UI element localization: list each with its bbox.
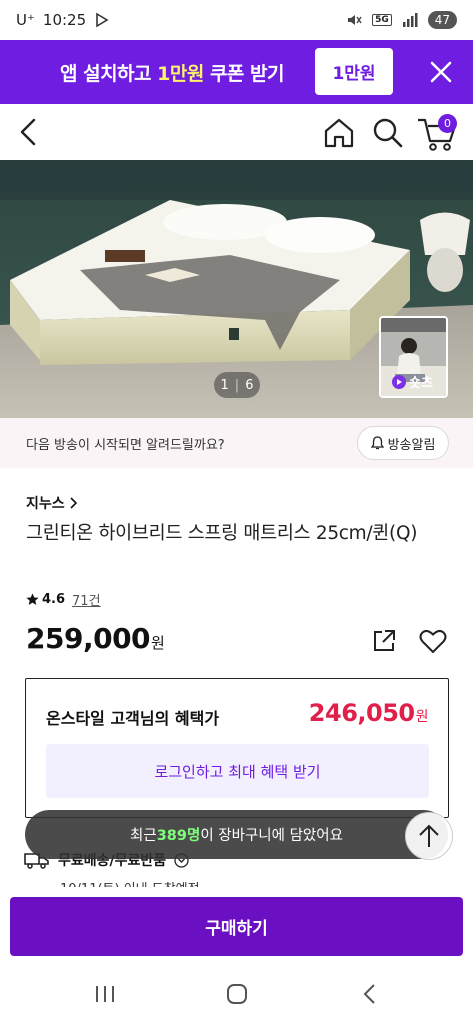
benefit-price: 246,050원 bbox=[308, 699, 429, 727]
signal-icon bbox=[402, 13, 418, 27]
broadcast-alert-button[interactable]: 방송알림 bbox=[357, 426, 449, 460]
login-benefit-button[interactable]: 로그인하고 최대 혜택 받기 bbox=[46, 744, 429, 798]
mute-icon bbox=[348, 15, 362, 25]
purchase-bar: 구매하기 bbox=[0, 887, 473, 967]
network-5g-label: 5G bbox=[372, 14, 392, 26]
heart-icon[interactable] bbox=[419, 628, 447, 654]
rating-summary[interactable]: 4.6 71건 bbox=[26, 590, 101, 609]
carrier-label: U⁺ bbox=[16, 11, 35, 29]
brand-link[interactable]: 지누스 bbox=[26, 493, 77, 513]
shorts-play-icon bbox=[392, 374, 406, 389]
scroll-to-top-button[interactable] bbox=[405, 812, 453, 860]
recent-apps-icon[interactable] bbox=[94, 983, 116, 1005]
member-benefit-box: 온스타일 고객님의 혜택가 246,050원 로그인하고 최대 혜택 받기 bbox=[25, 678, 449, 818]
close-icon[interactable] bbox=[427, 58, 455, 86]
search-icon[interactable] bbox=[372, 117, 404, 149]
shorts-label[interactable]: 숏츠 bbox=[392, 372, 433, 391]
bell-icon bbox=[370, 436, 384, 450]
broadcast-message: 다음 방송이 시작되면 알려드릴까요? bbox=[26, 437, 225, 453]
review-count-link[interactable]: 71건 bbox=[72, 590, 101, 609]
buy-button[interactable]: 구매하기 bbox=[10, 897, 463, 956]
cart-count-badge: 0 bbox=[438, 114, 457, 133]
rating-score: 4.6 bbox=[42, 592, 66, 607]
system-navigation-bar bbox=[0, 967, 473, 1024]
play-store-icon bbox=[96, 12, 109, 28]
back-icon[interactable] bbox=[14, 116, 44, 148]
app-install-banner[interactable]: 앱 설치하고 1만원 쿠폰 받기 1만원 bbox=[0, 40, 473, 104]
cart-activity-toast: 최근 389명 이 장바구니에 담았어요 bbox=[25, 810, 448, 859]
system-back-icon[interactable] bbox=[360, 982, 380, 1006]
coupon-badge[interactable]: 1만원 bbox=[315, 48, 393, 95]
product-title: 그린티온 하이브리드 스프링 매트리스 25cm/퀸(Q) bbox=[26, 523, 418, 544]
chevron-right-icon bbox=[70, 497, 77, 509]
home-icon[interactable] bbox=[322, 117, 356, 149]
promo-highlight: 1만원 bbox=[157, 62, 204, 85]
top-navigation bbox=[0, 104, 473, 160]
product-price: 259,000원 bbox=[26, 622, 165, 655]
arrow-up-icon bbox=[419, 824, 439, 847]
star-icon bbox=[26, 593, 39, 605]
promo-text: 앱 설치하고 1만원 쿠폰 받기 bbox=[60, 62, 284, 85]
status-bar: U⁺ 10:25 5G 47 bbox=[0, 0, 473, 40]
share-icon[interactable] bbox=[371, 628, 397, 654]
benefit-label: 온스타일 고객님의 혜택가 bbox=[46, 709, 220, 728]
home-button-icon[interactable] bbox=[226, 983, 248, 1005]
clock: 10:25 bbox=[42, 11, 87, 29]
image-counter: 1 | 6 bbox=[214, 372, 260, 398]
toast-count: 389명 bbox=[156, 828, 201, 844]
battery-indicator: 47 bbox=[427, 11, 457, 29]
